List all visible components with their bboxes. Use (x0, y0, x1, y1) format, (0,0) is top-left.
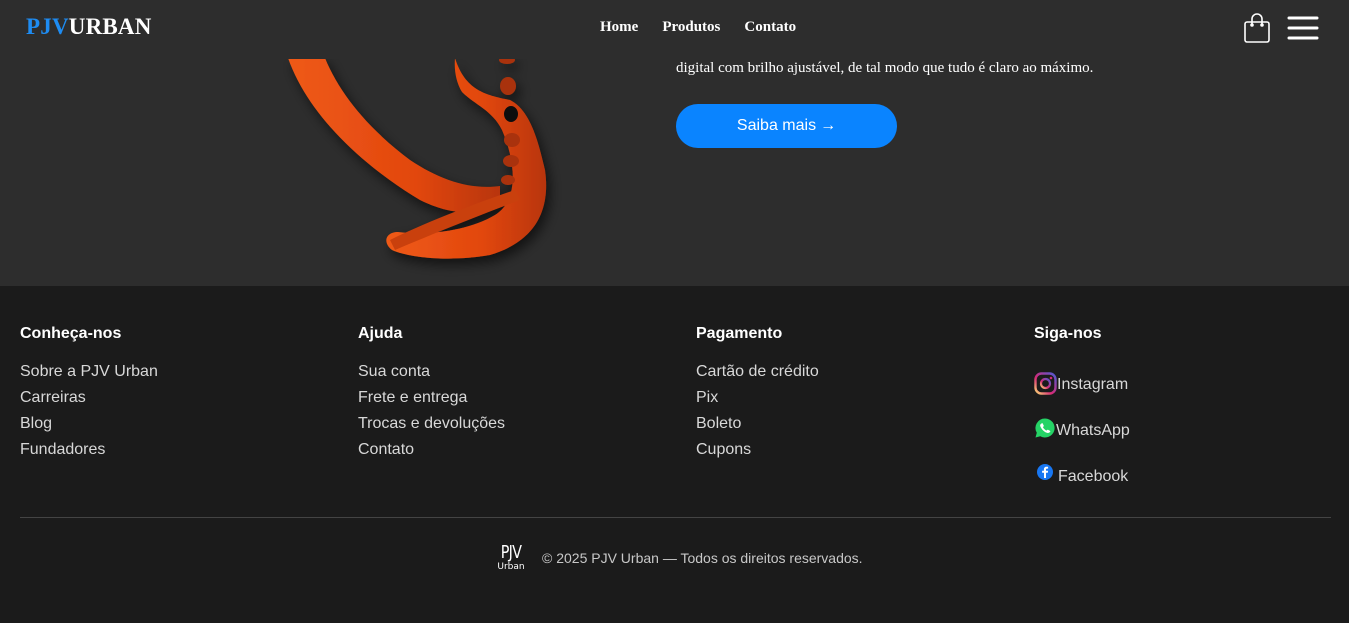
nav-link-home[interactable]: Home (600, 19, 638, 36)
footer-link[interactable]: Pix (696, 389, 718, 406)
footer-column-title: Siga-nos (1034, 325, 1102, 342)
footer-link[interactable]: Cupons (696, 441, 751, 458)
brand-logo[interactable]: PJVURBAN (26, 14, 152, 40)
social-link-whatsapp[interactable]: WhatsApp (1034, 395, 1130, 441)
learn-more-label: Saiba mais (736, 117, 817, 134)
footer-logo-top: PJV (500, 542, 522, 563)
main-nav: Home Produtos Contato (600, 19, 796, 36)
footer-divider (20, 517, 1331, 518)
footer-column-help: Ajuda Sua conta Frete e entrega Trocas e… (358, 325, 505, 463)
logo-primary: PJV (26, 14, 69, 39)
top-header: PJVURBAN Home Produtos Contato (0, 0, 1349, 59)
whatsapp-icon (1035, 418, 1055, 438)
footer-logo: PJV Urban (495, 544, 527, 572)
facebook-icon (1037, 464, 1053, 480)
footer-column-social: Siga-nos Instagram WhatsApp Facebook (1034, 325, 1130, 487)
social-link-facebook[interactable]: Facebook (1034, 441, 1130, 487)
footer-logo-bottom: Urban (497, 562, 525, 572)
learn-more-button[interactable]: Saiba mais → (676, 104, 897, 148)
arrow-right-icon: → (820, 117, 837, 134)
nav-link-products[interactable]: Produtos (662, 19, 720, 36)
social-label[interactable]: WhatsApp (1056, 421, 1130, 441)
nav-link-contact[interactable]: Contato (744, 19, 796, 36)
footer-link[interactable]: Sua conta (358, 363, 430, 380)
social-label[interactable]: Facebook (1058, 467, 1128, 487)
footer-column-title: Ajuda (358, 325, 403, 342)
footer-link[interactable]: Trocas e devoluções (358, 415, 505, 432)
footer-link[interactable]: Cartão de crédito (696, 363, 819, 380)
site-footer: Conheça-nos Sobre a PJV Urban Carreiras … (0, 286, 1349, 623)
footer-link[interactable]: Frete e entrega (358, 389, 467, 406)
footer-link[interactable]: Sobre a PJV Urban (20, 363, 158, 380)
hero-description: digital com brilho ajustável, de tal mod… (676, 60, 1094, 76)
shopping-bag-icon[interactable] (1243, 12, 1271, 44)
footer-link[interactable]: Fundadores (20, 441, 105, 458)
footer-column-about: Conheça-nos Sobre a PJV Urban Carreiras … (20, 325, 158, 463)
footer-link[interactable]: Carreiras (20, 389, 86, 406)
footer-column-title: Conheça-nos (20, 325, 122, 342)
footer-link[interactable]: Contato (358, 441, 414, 458)
social-label[interactable]: Instagram (1057, 375, 1128, 395)
logo-secondary: URBAN (68, 14, 152, 39)
hamburger-menu-icon[interactable] (1287, 15, 1319, 41)
social-link-instagram[interactable]: Instagram (1034, 359, 1130, 395)
footer-link[interactable]: Boleto (696, 415, 741, 432)
footer-link[interactable]: Blog (20, 415, 52, 432)
instagram-icon (1034, 372, 1057, 395)
footer-column-payment: Pagamento Cartão de crédito Pix Boleto C… (696, 325, 819, 463)
footer-column-title: Pagamento (696, 325, 783, 342)
copyright-text: © 2025 PJV Urban — Todos os direitos res… (542, 550, 863, 566)
copyright-bar: PJV Urban © 2025 PJV Urban — Todos os di… (495, 544, 863, 572)
